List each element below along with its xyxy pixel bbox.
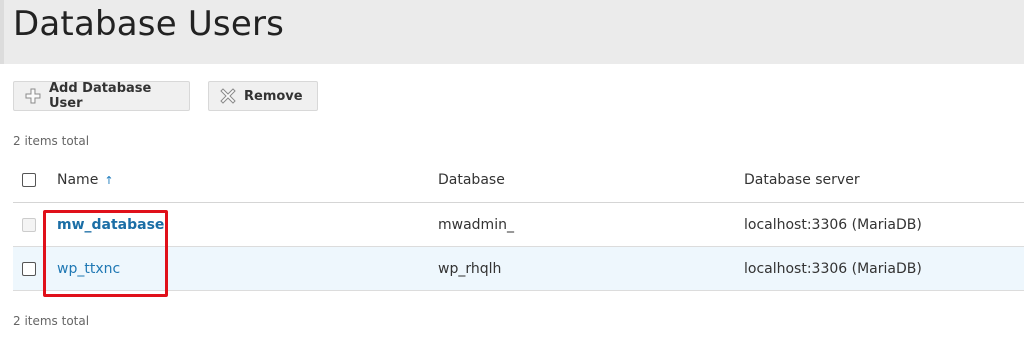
table-row: wp_ttxnc wp_rhqlh localhost:3306 (MariaD… [13, 247, 1024, 291]
remove-label: Remove [244, 88, 303, 104]
add-database-user-button[interactable]: Add Database User [13, 81, 190, 111]
page-title: Database Users [13, 4, 285, 44]
items-count-bottom: 2 items total [13, 314, 90, 328]
user-link-wp-ttxnc[interactable]: wp_ttxnc [57, 261, 120, 277]
row-database: mwadmin_ [438, 216, 514, 233]
column-header-database[interactable]: Database [438, 158, 505, 202]
row-checkbox-disabled [22, 217, 36, 232]
row-server: localhost:3306 (MariaDB) [744, 260, 922, 277]
add-database-user-label: Add Database User [48, 81, 152, 111]
row-checkbox[interactable] [22, 261, 36, 276]
column-header-name[interactable]: Name ↑ [57, 158, 114, 202]
header-edge [0, 0, 4, 64]
row-database: wp_rhqlh [438, 260, 502, 277]
column-server-label: Database server [744, 172, 860, 188]
sort-ascending-icon: ↑ [104, 173, 114, 187]
cross-icon [220, 88, 236, 104]
row-server: localhost:3306 (MariaDB) [744, 216, 922, 233]
plus-icon [25, 88, 41, 104]
table-row: mw_database mwadmin_ localhost:3306 (Mar… [13, 203, 1024, 247]
items-count-top: 2 items total [13, 134, 90, 148]
select-all-checkbox[interactable] [22, 173, 36, 187]
user-link-mw-database[interactable]: mw_database [57, 217, 164, 233]
table-header-row: Name ↑ Database Database server [13, 158, 1024, 203]
page-header: Database Users [0, 0, 1024, 64]
column-name-label: Name [57, 172, 99, 188]
remove-button[interactable]: Remove [208, 81, 318, 111]
column-header-server[interactable]: Database server [744, 158, 860, 202]
column-database-label: Database [438, 172, 505, 188]
